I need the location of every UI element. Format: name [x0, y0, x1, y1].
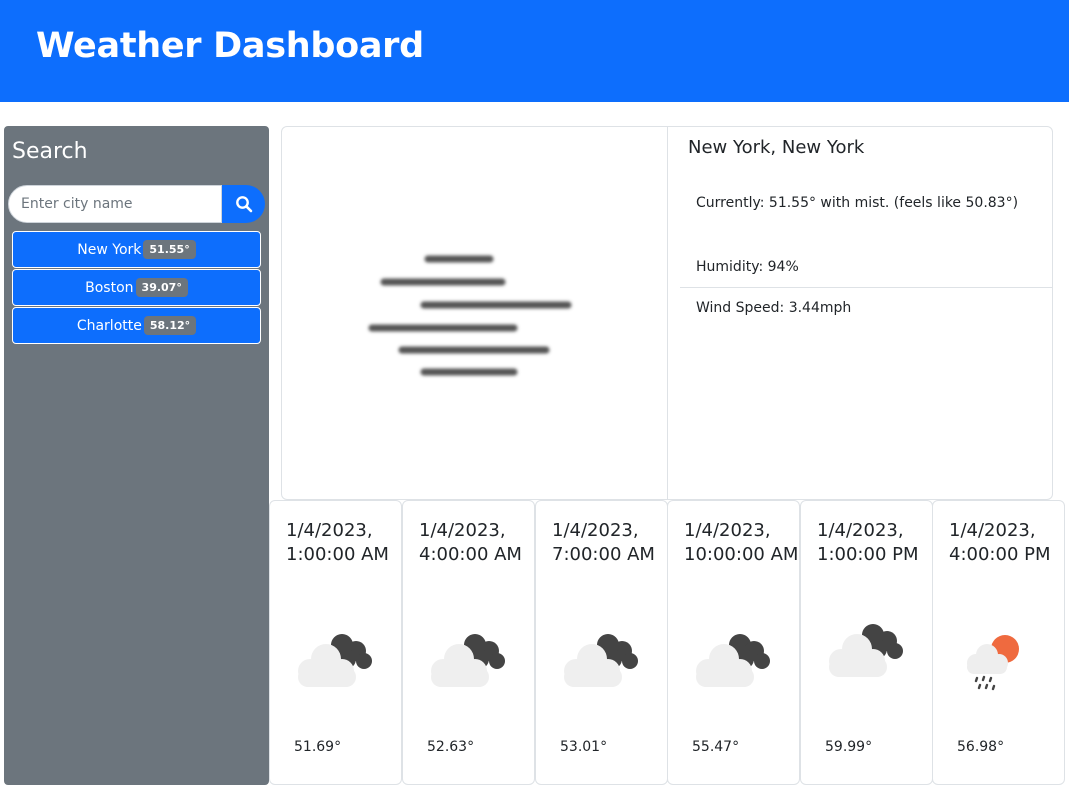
forecast-temp: 55.47°: [692, 739, 740, 755]
city-search-input[interactable]: [8, 185, 222, 223]
forecast-date: 1/4/2023, 4:00:00 AM: [419, 520, 522, 565]
forecast-temp: 56.98°: [957, 739, 1005, 755]
forecast-card: 1/4/2023, 1:00:00 AM 51.69°: [269, 500, 402, 785]
city-temp-badge: 51.55°: [143, 240, 196, 259]
city-temp-badge: 39.07°: [135, 278, 188, 297]
broken-clouds-icon: [696, 634, 770, 687]
search-icon: [235, 196, 252, 213]
search-button[interactable]: [222, 185, 265, 223]
forecast-card: 1/4/2023, 10:00:00 AM 55.47°: [667, 500, 800, 785]
detail-divider: [680, 287, 1052, 288]
broken-clouds-icon: [829, 624, 903, 677]
page-title: Weather Dashboard: [36, 26, 424, 66]
mist-icon: [368, 255, 572, 376]
forecast-date: 1/4/2023, 1:00:00 PM: [817, 520, 919, 565]
forecast-card: 1/4/2023, 4:00:00 AM 52.63°: [402, 500, 535, 785]
current-icon-panel: [282, 127, 668, 499]
city-temp-badge: 58.12°: [143, 316, 197, 335]
current-humidity: Humidity: 94%: [696, 259, 799, 275]
broken-clouds-icon: [431, 634, 505, 687]
current-details: New York, New York Currently: 51.55° wit…: [668, 127, 1052, 499]
forecast-date: 1/4/2023, 1:00:00 AM: [286, 520, 389, 565]
forecast-date: 1/4/2023, 7:00:00 AM: [552, 520, 655, 565]
search-sidebar: Search New York 51.55° Boston 39.07° Cha…: [4, 126, 269, 785]
city-history-new-york[interactable]: New York 51.55°: [12, 231, 261, 268]
broken-clouds-icon: [298, 634, 372, 687]
city-name: New York: [77, 241, 142, 258]
city-history-charlotte[interactable]: Charlotte 58.12°: [12, 307, 261, 344]
current-conditions: Currently: 51.55° with mist. (feels like…: [696, 195, 1019, 211]
forecast-date: 1/4/2023, 4:00:00 PM: [949, 520, 1051, 565]
broken-clouds-icon: [564, 634, 638, 687]
forecast-card: 1/4/2023, 1:00:00 PM 59.99°: [800, 500, 933, 785]
forecast-card: 1/4/2023, 7:00:00 AM 53.01°: [535, 500, 668, 785]
current-wind-speed: Wind Speed: 3.44mph: [696, 300, 852, 316]
forecast-temp: 59.99°: [825, 739, 873, 755]
search-title: Search: [12, 139, 88, 164]
current-weather-card: New York, New York Currently: 51.55° wit…: [281, 126, 1053, 500]
city-name: Charlotte: [76, 317, 142, 334]
forecast-date: 1/4/2023, 10:00:00 AM: [684, 520, 799, 565]
rain-icon: [967, 635, 1019, 691]
current-city-name: New York, New York: [688, 137, 865, 158]
city-name: Boston: [85, 279, 134, 296]
forecast-card: 1/4/2023, 4:00:00 PM 56.98°: [932, 500, 1065, 785]
forecast-temp: 52.63°: [427, 739, 475, 755]
city-history-boston[interactable]: Boston 39.07°: [12, 269, 261, 306]
forecast-temp: 51.69°: [294, 739, 342, 755]
forecast-temp: 53.01°: [560, 739, 608, 755]
header-bar: Weather Dashboard: [0, 0, 1069, 102]
